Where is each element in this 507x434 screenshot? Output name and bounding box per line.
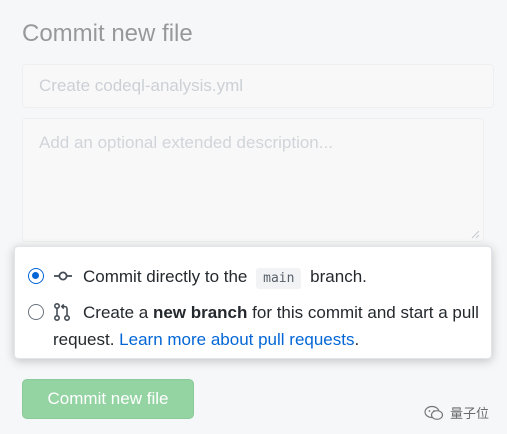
- commit-summary-placeholder: Create codeql-analysis.yml: [39, 76, 244, 95]
- commit-description-textarea[interactable]: Add an optional extended description...: [22, 118, 484, 242]
- watermark: 量子位: [424, 403, 489, 422]
- commit-new-file-button[interactable]: Commit new file: [22, 379, 194, 419]
- commit-direct-radio[interactable]: [28, 268, 44, 284]
- commit-direct-suffix: branch.: [310, 267, 367, 286]
- new-branch-bold: new branch: [152, 303, 248, 322]
- wechat-icon: [424, 405, 444, 420]
- git-commit-icon: [54, 271, 72, 281]
- commit-direct-label: Commit directly to the main branch.: [83, 263, 479, 292]
- commit-summary-input[interactable]: Create codeql-analysis.yml: [22, 64, 494, 108]
- new-branch-radio[interactable]: [28, 304, 44, 320]
- branch-name-chip: main: [256, 268, 302, 289]
- new-branch-label: Create a new branch for this commit and …: [53, 299, 479, 353]
- resize-grip-icon[interactable]: [470, 229, 480, 239]
- watermark-text: 量子位: [449, 406, 489, 421]
- new-branch-prefix: Create a: [83, 303, 149, 322]
- learn-more-link[interactable]: Learn more about pull requests: [119, 330, 354, 349]
- page-title: Commit new file: [22, 20, 193, 47]
- commit-direct-prefix: Commit directly to the: [83, 267, 248, 286]
- new-branch-end: .: [354, 330, 360, 349]
- commit-description-placeholder: Add an optional extended description...: [39, 133, 333, 152]
- commit-choice-panel: Commit directly to the main branch. Crea…: [14, 246, 492, 359]
